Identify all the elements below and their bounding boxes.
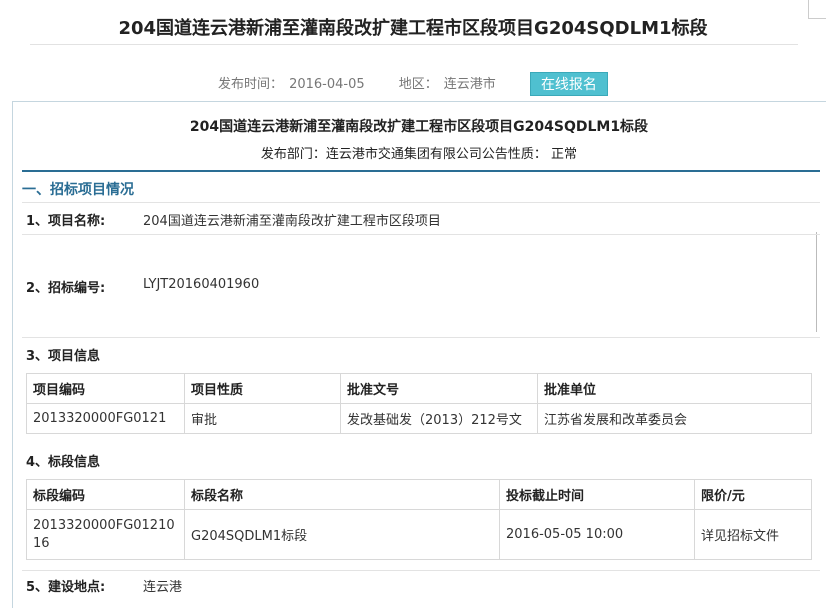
- item2-label: 2、招标编号:: [26, 281, 106, 296]
- row-divider: [22, 570, 820, 571]
- section-divider: [22, 170, 820, 172]
- table-cell: 2013320000FG0121016: [26, 509, 185, 560]
- table-cell: 审批: [184, 403, 341, 434]
- table-header: 批准单位: [537, 373, 812, 404]
- table-row: 2013320000FG0121016 G204SQDLM1标段 2016-05…: [26, 509, 812, 560]
- table-row: 2013320000FG0121 审批 发改基础发（2013）212号文 江苏省…: [26, 403, 812, 434]
- table-header-row: 项目编码 项目性质 批准文号 批准单位: [26, 373, 812, 404]
- table-header: 标段名称: [184, 479, 500, 510]
- table-header: 标段编码: [26, 479, 185, 510]
- table-cell: G204SQDLM1标段: [184, 509, 500, 560]
- publish-date: 2016-04-05: [289, 76, 365, 92]
- row-divider: [22, 337, 820, 338]
- row-divider: [22, 234, 820, 235]
- table-cell: 详见招标文件: [694, 509, 812, 560]
- table-cell: 2013320000FG0121: [26, 403, 185, 434]
- item2-value: LYJT20160401960: [143, 277, 260, 292]
- table-header: 限价/元: [694, 479, 812, 510]
- section-heading: 一、招标项目情况: [22, 182, 134, 198]
- frame-scrollbar[interactable]: [816, 232, 826, 332]
- page-title: 204国道连云港新浦至灌南段改扩建工程市区段项目G204SQDLM1标段: [118, 18, 708, 39]
- table-header-row: 标段编码 标段名称 投标截止时间 限价/元: [26, 479, 812, 510]
- table-cell: 2016-05-05 10:00: [499, 509, 695, 560]
- region-label: 地区：: [398, 76, 438, 92]
- table-cell: 江苏省发展和改革委员会: [537, 403, 812, 434]
- item1-label: 1、项目名称:: [26, 214, 106, 229]
- item3-label: 3、项目信息: [26, 349, 101, 364]
- publish-label: 发布时间：: [218, 76, 284, 92]
- region-value: 连云港市: [443, 76, 496, 92]
- table-cell: 发改基础发（2013）212号文: [340, 403, 538, 434]
- title-divider: [30, 44, 798, 45]
- item4-label: 4、标段信息: [26, 455, 101, 470]
- item1-value: 204国道连云港新浦至灌南段改扩建工程市区段项目: [143, 214, 441, 229]
- doc-dept-line: 发布部门：连云港市交通集团有限公司公告性质： 正常: [260, 147, 578, 162]
- project-info-table: 项目编码 项目性质 批准文号 批准单位 2013320000FG0121 审批 …: [26, 373, 812, 434]
- row-divider: [22, 202, 820, 203]
- table-header: 批准文号: [340, 373, 538, 404]
- table-header: 项目性质: [184, 373, 341, 404]
- publish-meta: 发布时间： 2016-04-05 地区： 连云港市 在线报名: [0, 72, 826, 96]
- doc-title: 204国道连云港新浦至灌南段改扩建工程市区段项目G204SQDLM1标段: [189, 119, 649, 135]
- item5-value: 连云港: [143, 580, 183, 595]
- table-header: 项目编码: [26, 373, 185, 404]
- lot-info-table: 标段编码 标段名称 投标截止时间 限价/元 2013320000FG012101…: [26, 479, 812, 560]
- table-header: 投标截止时间: [499, 479, 695, 510]
- signup-button[interactable]: 在线报名: [529, 72, 608, 96]
- item5-label: 5、建设地点:: [26, 580, 106, 595]
